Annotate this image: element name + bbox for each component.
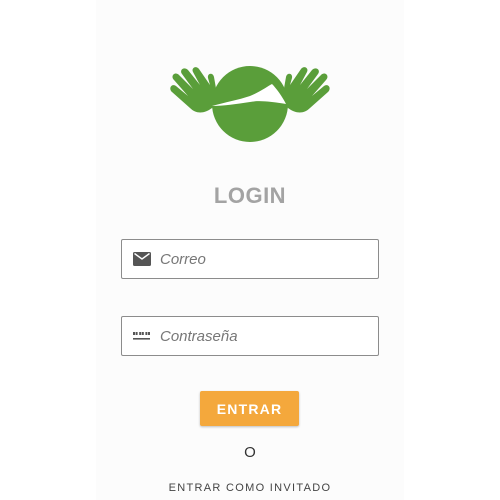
right-hand-icon	[282, 67, 330, 113]
or-separator: O	[244, 444, 256, 461]
envelope-icon	[124, 252, 160, 266]
page-title: LOGIN	[213, 183, 287, 208]
password-input[interactable]	[160, 327, 378, 345]
email-field[interactable]	[121, 239, 379, 279]
globe-icon	[212, 66, 288, 142]
left-hand-icon	[170, 67, 218, 113]
password-dots-icon	[124, 330, 160, 342]
hands-globe-logo	[170, 66, 330, 142]
guest-login-link[interactable]: ENTRAR COMO INVITADO	[0, 482, 500, 494]
enter-button[interactable]: ENTRAR	[200, 391, 299, 426]
password-field[interactable]	[121, 316, 379, 356]
email-input[interactable]	[160, 250, 378, 268]
